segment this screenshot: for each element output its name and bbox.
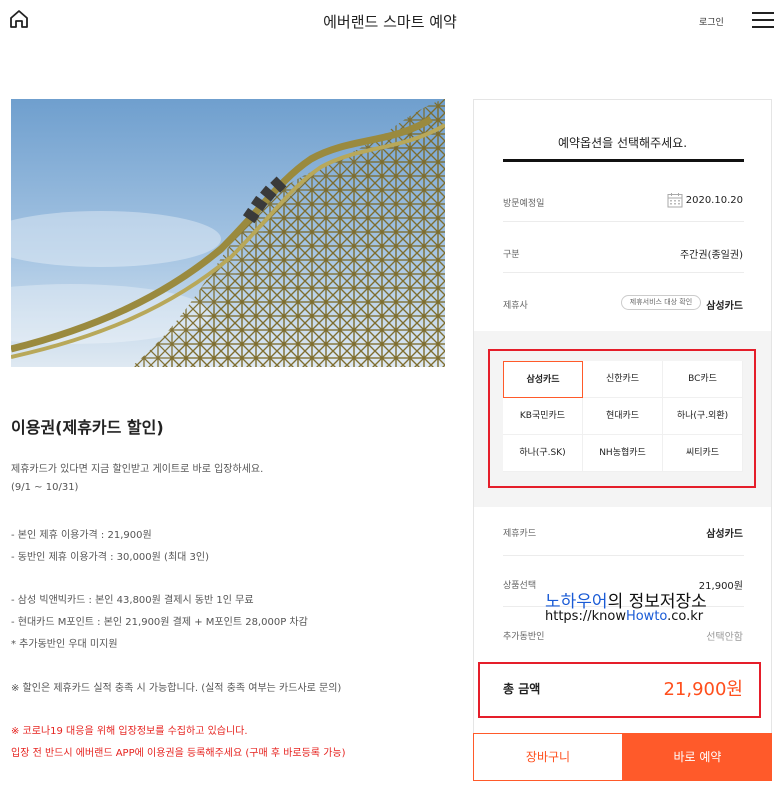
desc-note: ※ 할인은 제휴카드 실적 충족 시 가능합니다. (실적 충족 여부는 카드사… xyxy=(11,683,342,694)
divider xyxy=(503,555,744,556)
product-select-label: 상품선택 xyxy=(503,581,537,591)
partner-check-badge[interactable]: 제휴서비스 대상 확인 xyxy=(621,295,701,310)
partner-value: 삼성카드 xyxy=(706,301,743,312)
total-highlight xyxy=(478,662,761,718)
ticket-type-label: 구분 xyxy=(503,250,520,260)
cart-button[interactable]: 장바구니 xyxy=(473,733,623,781)
card-grid-highlight xyxy=(488,349,756,488)
desc-line: 제휴카드가 있다면 지금 할인받고 게이트로 바로 입장하세요. xyxy=(11,464,264,475)
desc-line: - 현대카드 M포인트 : 본인 21,900원 결제 + M포인트 28,00… xyxy=(11,617,308,628)
visit-date-value[interactable]: 2020.10.20 xyxy=(686,195,743,206)
divider xyxy=(503,272,744,273)
hamburger-menu-icon[interactable] xyxy=(752,12,774,30)
app-register-notice: 입장 전 반드시 에버랜드 APP에 이용권을 등록해주세요 (구매 후 바로등… xyxy=(11,748,346,759)
partner-card-value: 삼성카드 xyxy=(706,529,743,540)
top-header: 에버랜드 스마트 예약 로그인 xyxy=(0,0,780,44)
desc-period: (9/1 ~ 10/31) xyxy=(11,482,79,493)
partner-card-label: 제휴카드 xyxy=(503,529,537,539)
page-title: 에버랜드 스마트 예약 xyxy=(323,13,457,31)
desc-line: * 추가동반인 우대 미지원 xyxy=(11,639,118,650)
desc-line: - 동반인 제휴 이용가격 : 30,000원 (최대 3인) xyxy=(11,552,209,563)
covid-notice: ※ 코로나19 대응을 위해 입장정보를 수집하고 있습니다. xyxy=(11,726,248,737)
watermark-line-2: https://knowHowto.co.kr xyxy=(545,609,704,624)
ticket-type-value[interactable]: 주간권(종일권) xyxy=(680,246,743,261)
calendar-icon[interactable] xyxy=(667,192,683,208)
divider xyxy=(503,221,744,222)
heading-underline xyxy=(503,159,744,162)
book-now-button[interactable]: 바로 예약 xyxy=(623,733,772,781)
companion-label: 추가동반인 xyxy=(503,632,545,642)
visit-date-label: 방문예정일 xyxy=(503,199,545,209)
desc-line: - 삼성 빅앤빅카드 : 본인 43,800원 결제시 동반 1인 무료 xyxy=(11,595,254,606)
login-link[interactable]: 로그인 xyxy=(699,15,724,28)
companion-value[interactable]: 선택안함 xyxy=(706,628,743,643)
product-hero-image xyxy=(11,99,445,367)
desc-line: - 본인 제휴 이용가격 : 21,900원 xyxy=(11,530,152,541)
booking-heading: 예약옵션을 선택해주세요. xyxy=(557,136,688,150)
partner-label: 제휴사 xyxy=(503,301,528,311)
product-title: 이용권(제휴카드 할인) xyxy=(11,418,164,437)
